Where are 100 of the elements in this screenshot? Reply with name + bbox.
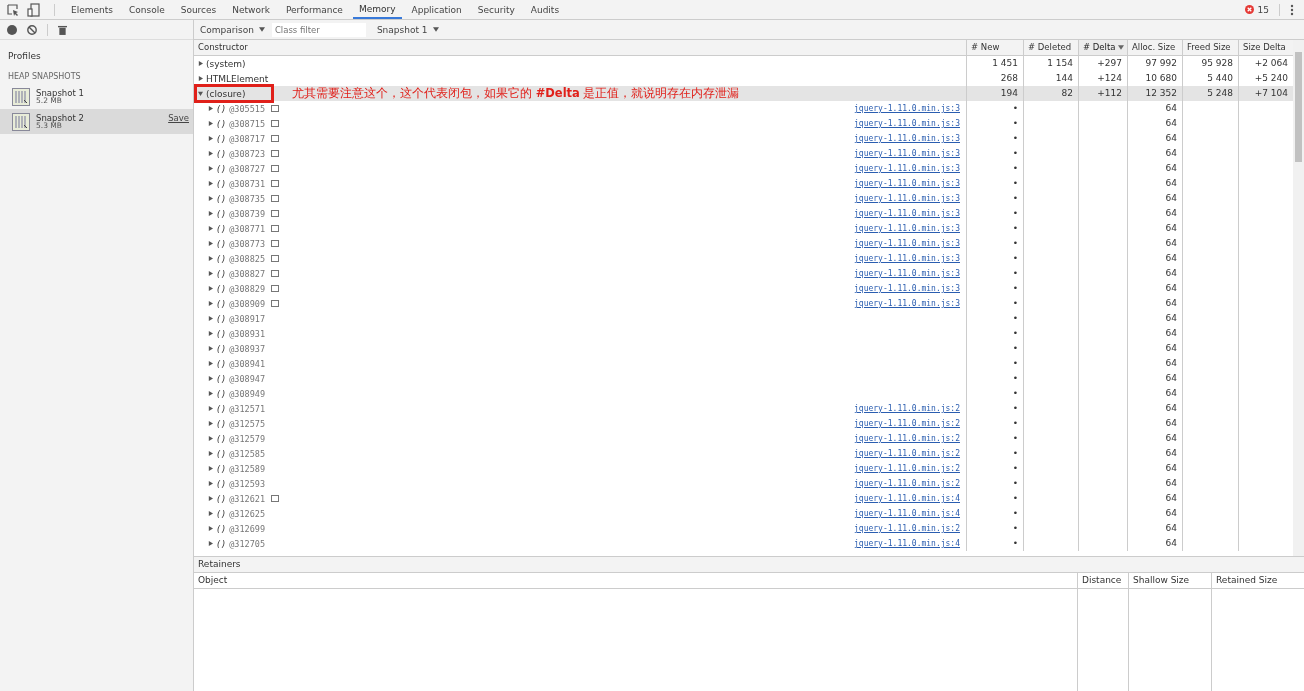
source-link[interactable]: jquery-1.11.0.min.js:3: [854, 209, 960, 218]
table-cell: 64: [1165, 403, 1177, 413]
object-id: @308723: [229, 148, 266, 159]
record-icon[interactable]: [7, 24, 17, 35]
object-id: @312585: [229, 448, 266, 459]
expand-arrow-icon[interactable]: [208, 226, 213, 231]
source-link[interactable]: jquery-1.11.0.min.js:3: [854, 119, 960, 128]
baseline-dropdown[interactable]: Snapshot 1: [373, 24, 442, 35]
expand-arrow-icon[interactable]: [208, 451, 213, 456]
function-name: (): [216, 493, 227, 504]
expand-arrow-icon[interactable]: [208, 526, 213, 531]
column-header[interactable]: Constructor: [194, 40, 966, 55]
expand-arrow-icon[interactable]: [208, 436, 213, 441]
source-link[interactable]: jquery-1.11.0.min.js:2: [854, 419, 960, 428]
expand-arrow-icon[interactable]: [208, 406, 213, 411]
expand-arrow-icon[interactable]: [208, 496, 213, 501]
column-header[interactable]: Shallow Size: [1128, 573, 1211, 588]
table-cell: 1 154: [1047, 58, 1073, 68]
column-header[interactable]: Object: [194, 573, 1077, 588]
panel-tab[interactable]: Application: [405, 0, 468, 19]
source-link[interactable]: jquery-1.11.0.min.js:2: [854, 464, 960, 473]
source-link[interactable]: jquery-1.11.0.min.js:2: [854, 404, 960, 413]
clear-icon[interactable]: [27, 24, 37, 35]
source-link[interactable]: jquery-1.11.0.min.js:2: [854, 434, 960, 443]
expand-arrow-icon[interactable]: [208, 211, 213, 216]
source-link[interactable]: jquery-1.11.0.min.js:3: [854, 149, 960, 158]
source-link[interactable]: jquery-1.11.0.min.js:3: [854, 254, 960, 263]
table-cell: 64: [1165, 508, 1177, 518]
source-link[interactable]: jquery-1.11.0.min.js:2: [854, 479, 960, 488]
source-link[interactable]: jquery-1.11.0.min.js:3: [854, 239, 960, 248]
source-link[interactable]: jquery-1.11.0.min.js:3: [854, 164, 960, 173]
object-id: @308771: [229, 223, 266, 234]
panel-tab[interactable]: Audits: [524, 0, 566, 19]
more-menu-icon[interactable]: [1290, 3, 1294, 16]
panel-tab[interactable]: Network: [226, 0, 276, 19]
expand-arrow-icon[interactable]: [208, 376, 213, 381]
expand-arrow-icon[interactable]: [208, 136, 213, 141]
expand-arrow-icon[interactable]: [198, 91, 203, 96]
column-header[interactable]: Distance: [1077, 573, 1128, 588]
source-link[interactable]: jquery-1.11.0.min.js:3: [854, 284, 960, 293]
expand-arrow-icon[interactable]: [208, 196, 213, 201]
expand-arrow-icon[interactable]: [198, 76, 203, 81]
source-link[interactable]: jquery-1.11.0.min.js:2: [854, 449, 960, 458]
table-cell: •: [1012, 298, 1018, 308]
expand-arrow-icon[interactable]: [208, 481, 213, 486]
source-link[interactable]: jquery-1.11.0.min.js:3: [854, 194, 960, 203]
panel-tab[interactable]: Performance: [279, 0, 349, 19]
panel-tab[interactable]: Security: [471, 0, 521, 19]
expand-arrow-icon[interactable]: [208, 256, 213, 261]
scrollbar[interactable]: [1293, 40, 1304, 556]
column-header[interactable]: Freed Size: [1182, 40, 1238, 55]
object-id: @308909: [229, 298, 266, 309]
expand-arrow-icon[interactable]: [208, 346, 213, 351]
expand-arrow-icon[interactable]: [208, 151, 213, 156]
expand-arrow-icon[interactable]: [208, 241, 213, 246]
column-header[interactable]: Alloc. Size: [1127, 40, 1182, 55]
function-name: (): [216, 163, 227, 174]
error-count[interactable]: 15: [1257, 4, 1269, 15]
source-link[interactable]: jquery-1.11.0.min.js:4: [854, 494, 960, 503]
expand-arrow-icon[interactable]: [208, 511, 213, 516]
view-dropdown[interactable]: Comparison: [197, 24, 268, 35]
expand-arrow-icon[interactable]: [208, 391, 213, 396]
source-link[interactable]: jquery-1.11.0.min.js:3: [854, 104, 960, 113]
column-header[interactable]: # Delta: [1078, 40, 1127, 55]
class-filter-field[interactable]: Class filter: [271, 22, 366, 37]
column-header[interactable]: Retained Size: [1211, 573, 1293, 588]
panel-tab[interactable]: Elements: [65, 0, 119, 19]
expand-arrow-icon[interactable]: [208, 121, 213, 126]
expand-arrow-icon[interactable]: [208, 106, 213, 111]
expand-arrow-icon[interactable]: [208, 181, 213, 186]
expand-arrow-icon[interactable]: [208, 271, 213, 276]
snapshot-name: Snapshot 1: [36, 88, 85, 97]
source-link[interactable]: jquery-1.11.0.min.js:3: [854, 299, 960, 308]
expand-arrow-icon[interactable]: [198, 61, 203, 66]
source-link[interactable]: jquery-1.11.0.min.js:3: [854, 179, 960, 188]
expand-arrow-icon[interactable]: [208, 316, 213, 321]
table-cell: 64: [1165, 448, 1177, 458]
panel-tab[interactable]: Sources: [174, 0, 223, 19]
function-name: (): [216, 418, 227, 429]
source-link[interactable]: jquery-1.11.0.min.js:4: [854, 539, 960, 548]
expand-arrow-icon[interactable]: [208, 466, 213, 471]
expand-arrow-icon[interactable]: [208, 331, 213, 336]
expand-arrow-icon[interactable]: [208, 361, 213, 366]
expand-arrow-icon[interactable]: [208, 541, 213, 546]
expand-arrow-icon[interactable]: [208, 166, 213, 171]
save-link[interactable]: Save: [168, 113, 189, 123]
source-link[interactable]: jquery-1.11.0.min.js:3: [854, 134, 960, 143]
source-link[interactable]: jquery-1.11.0.min.js:3: [854, 224, 960, 233]
device-icon[interactable]: [27, 2, 41, 17]
column-header[interactable]: # New: [966, 40, 1023, 55]
object-id: @305515: [229, 103, 266, 114]
expand-arrow-icon[interactable]: [208, 286, 213, 291]
expand-arrow-icon[interactable]: [208, 421, 213, 426]
panel-tab[interactable]: Console: [122, 0, 171, 19]
source-link[interactable]: jquery-1.11.0.min.js:3: [854, 269, 960, 278]
source-link[interactable]: jquery-1.11.0.min.js:4: [854, 509, 960, 518]
source-link[interactable]: jquery-1.11.0.min.js:2: [854, 524, 960, 533]
inspect-icon[interactable]: [6, 2, 20, 17]
expand-arrow-icon[interactable]: [208, 301, 213, 306]
trash-icon[interactable]: [58, 24, 67, 35]
